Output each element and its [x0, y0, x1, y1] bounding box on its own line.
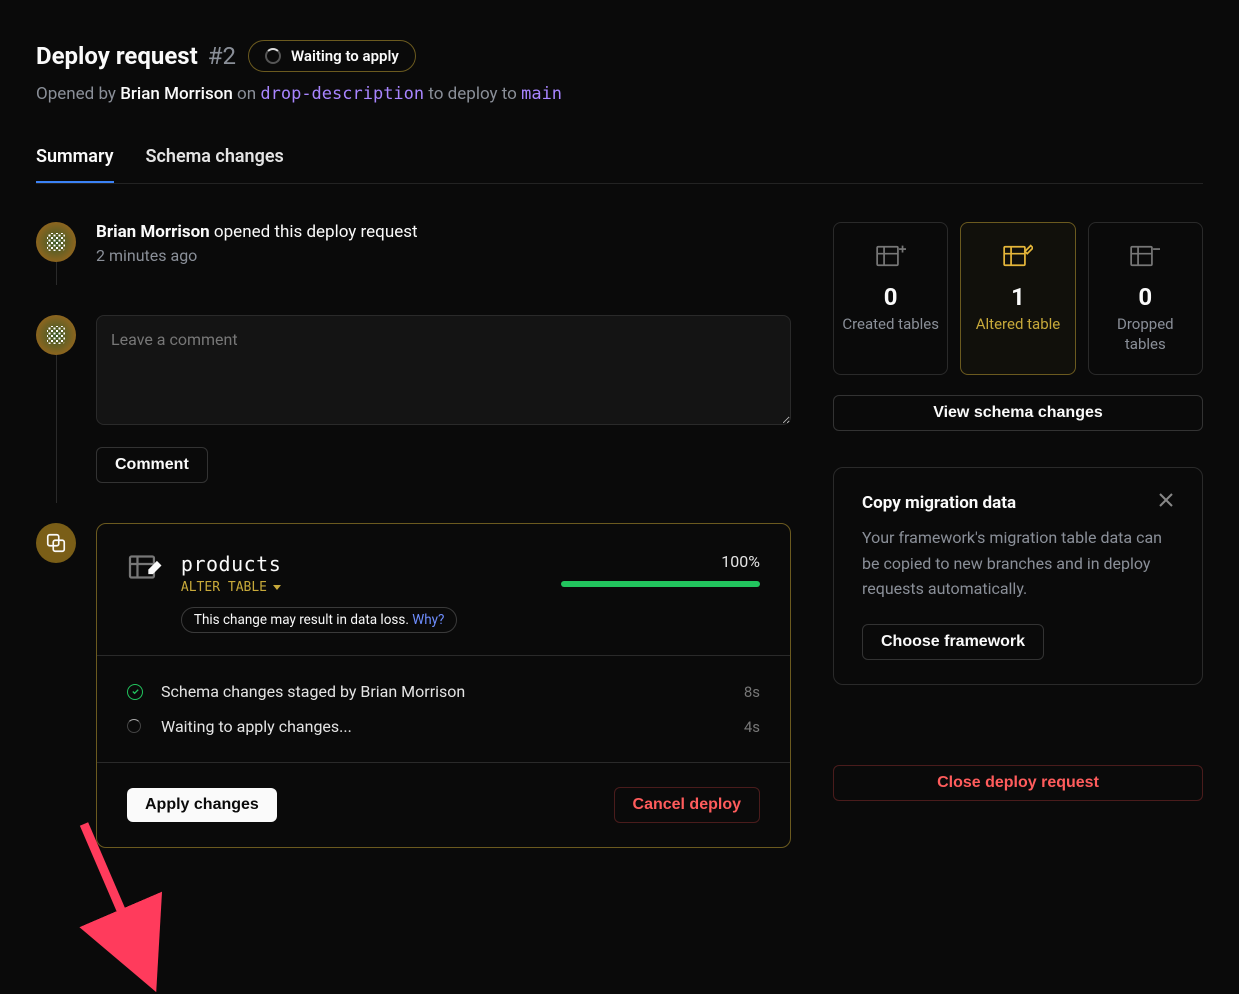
why-link[interactable]: Why? — [412, 612, 444, 628]
deploy-step: Schema changes staged by Brian Morrison … — [127, 674, 760, 709]
deploy-table-name: products — [181, 552, 561, 576]
deploy-card: products ALTER TABLE This change may res… — [96, 523, 791, 848]
table-edit-icon — [1003, 244, 1033, 268]
deploy-icon — [36, 523, 76, 563]
subheading: Opened by Brian Morrison on drop-descrip… — [36, 84, 1203, 104]
avatar — [36, 315, 76, 355]
progress: 100% — [561, 552, 761, 587]
stat-altered[interactable]: 1 Altered table — [960, 222, 1075, 375]
table-edit-icon — [127, 552, 163, 588]
data-loss-warning: This change may result in data loss. Why… — [181, 607, 458, 633]
comment-input[interactable] — [96, 315, 791, 425]
stat-dropped[interactable]: 0 Dropped tables — [1088, 222, 1203, 375]
view-schema-changes-button[interactable]: View schema changes — [833, 395, 1203, 431]
source-branch[interactable]: drop-description — [260, 84, 424, 104]
spinner-icon — [265, 48, 281, 64]
timeline-item-deploy: products ALTER TABLE This change may res… — [36, 523, 791, 848]
spinner-icon — [127, 719, 141, 733]
tabs: Summary Schema changes — [36, 146, 1203, 184]
choose-framework-button[interactable]: Choose framework — [862, 624, 1044, 660]
panel-text: Your framework's migration table data ca… — [862, 525, 1174, 602]
status-badge: Waiting to apply — [248, 40, 416, 72]
close-icon[interactable] — [1158, 492, 1174, 513]
avatar — [36, 222, 76, 262]
timeline-item-comment: Comment — [36, 315, 791, 483]
target-branch[interactable]: main — [521, 84, 562, 104]
cancel-deploy-button[interactable]: Cancel deploy — [614, 787, 760, 823]
deploy-step: Waiting to apply changes... 4s — [127, 709, 760, 744]
timeline-item-opened: Brian Morrison opened this deploy reques… — [36, 222, 791, 265]
table-minus-icon — [1130, 244, 1160, 268]
timestamp: 2 minutes ago — [96, 246, 791, 265]
apply-changes-button[interactable]: Apply changes — [127, 788, 277, 822]
stat-created[interactable]: 0 Created tables — [833, 222, 948, 375]
page-title: Deploy request #2 — [36, 42, 236, 70]
tab-schema-changes[interactable]: Schema changes — [146, 146, 284, 183]
chevron-down-icon — [273, 585, 281, 590]
copy-migration-panel: Copy migration data Your framework's mig… — [833, 467, 1203, 685]
tab-summary[interactable]: Summary — [36, 146, 114, 183]
close-deploy-request-button[interactable]: Close deploy request — [833, 765, 1203, 801]
alter-table-dropdown[interactable]: ALTER TABLE — [181, 580, 281, 595]
table-plus-icon — [876, 244, 906, 268]
comment-button[interactable]: Comment — [96, 447, 208, 483]
check-icon — [127, 684, 143, 700]
